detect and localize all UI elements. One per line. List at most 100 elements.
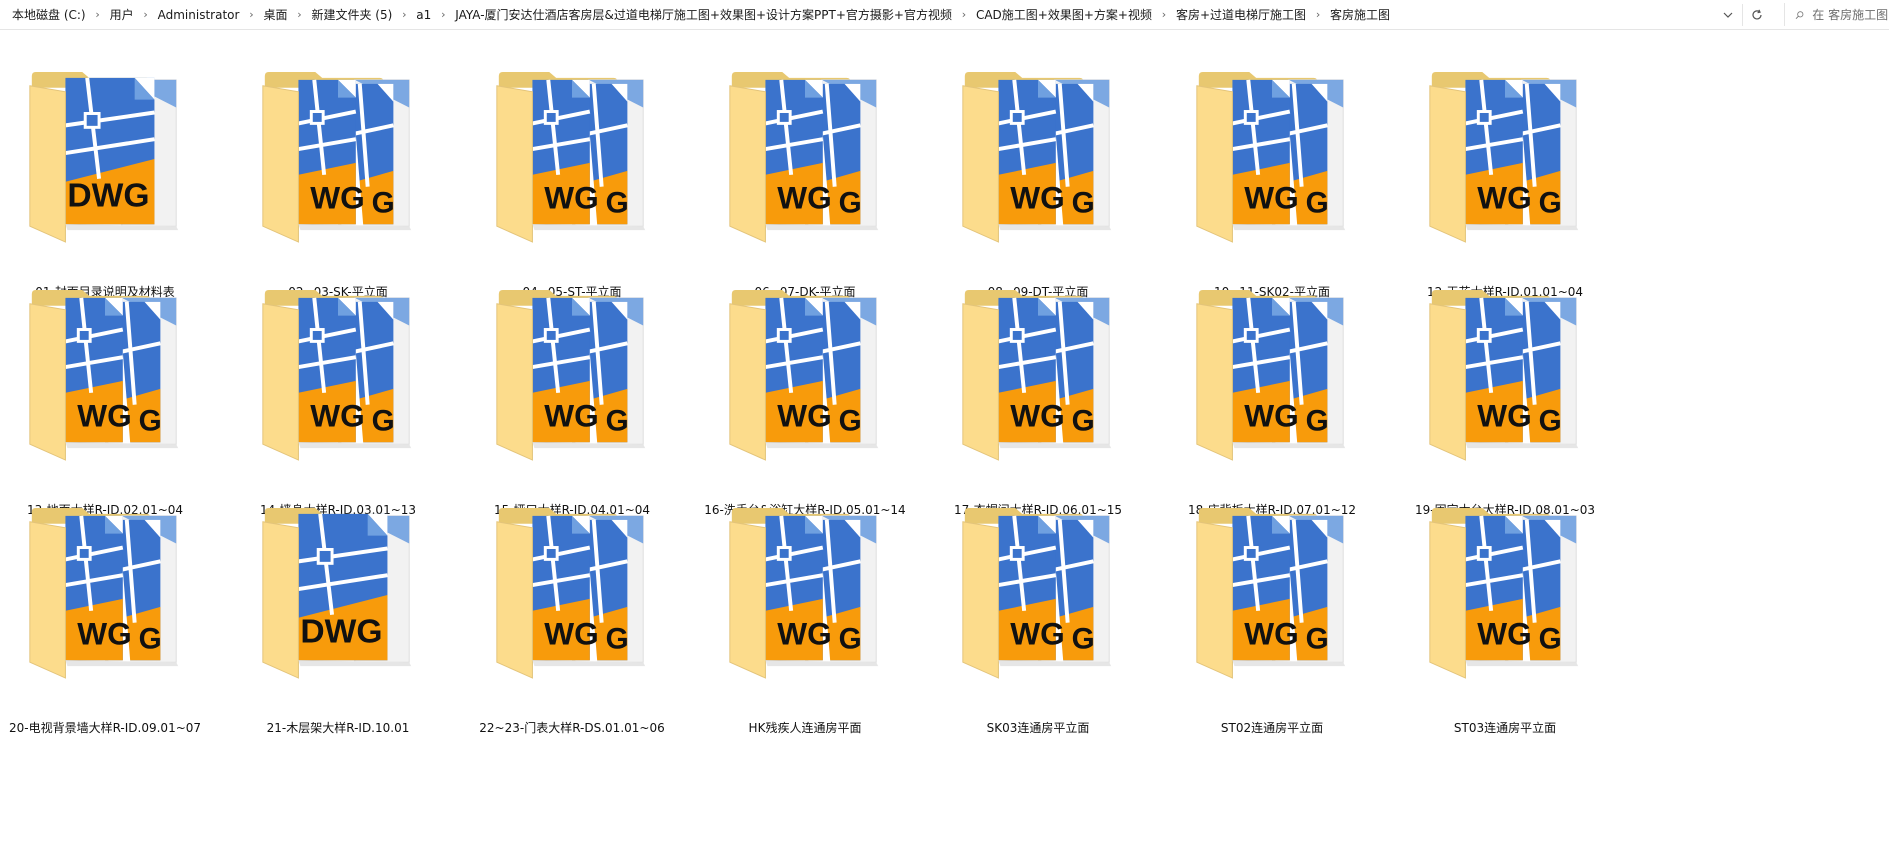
dwg-folder-icon: GWG (496, 507, 646, 679)
breadcrumb-item[interactable]: 用户 (106, 6, 138, 23)
svg-text:G: G (1539, 622, 1562, 655)
chevron-right-icon[interactable]: › (291, 8, 307, 21)
svg-text:WG: WG (1244, 615, 1298, 651)
folder-item[interactable]: G WG 12-天花大样R-ID.01.01~04 (1385, 30, 1625, 299)
dwg-folder-icon: GWG (262, 289, 412, 461)
chevron-right-icon[interactable]: › (243, 8, 259, 21)
svg-text:G: G (606, 622, 629, 655)
breadcrumb-item[interactable]: JAYA-厦门安达仕酒店客房层&过道电梯厅施工图+效果图+设计方案PPT+官方摄… (451, 6, 956, 23)
svg-text:DWG: DWG (300, 613, 382, 650)
folder-item[interactable]: G WG SK03连通房平立面 (918, 466, 1158, 735)
search-input[interactable]: 在 客房施工图 中搜索 (1784, 3, 1889, 26)
svg-text:WG: WG (1010, 397, 1064, 433)
folder-item[interactable]: G WG HK残疾人连通房平面 (685, 466, 925, 735)
folder-item[interactable]: G WG 14-墙身大样R-ID.03.01~13 (218, 248, 458, 517)
chevron-right-icon[interactable]: › (435, 8, 451, 21)
dwg-folder-icon: DWG (29, 71, 179, 243)
chevron-down-icon (1723, 12, 1733, 18)
chevron-right-icon[interactable]: › (956, 8, 972, 21)
chevron-right-icon[interactable]: › (1310, 8, 1326, 21)
dwg-folder-icon: GWG (29, 289, 179, 461)
address-dropdown-button[interactable] (1717, 4, 1739, 26)
folder-item[interactable]: G WG 10~11-SK02-平立面 (1152, 30, 1392, 299)
svg-text:G: G (139, 404, 162, 437)
chevron-right-icon[interactable]: › (90, 8, 106, 21)
folder-item[interactable]: G WG ST03连通房平立面 (1385, 466, 1625, 735)
dwg-folder-icon: GWG (962, 507, 1112, 679)
folder-name: ST03连通房平立面 (1453, 721, 1557, 735)
svg-text:G: G (839, 622, 862, 655)
file-grid: DWG 01-封面目录说明及材料表 G WG 02~03-SK-平立面 G WG 04~05-… (0, 30, 1889, 841)
svg-text:WG: WG (544, 615, 598, 651)
chevron-right-icon[interactable]: › (138, 8, 154, 21)
svg-text:G: G (1306, 186, 1329, 219)
breadcrumb-item[interactable]: a1 (412, 8, 435, 22)
chevron-right-icon[interactable]: › (396, 8, 412, 21)
svg-text:WG: WG (1244, 179, 1298, 215)
svg-text:WG: WG (777, 397, 831, 433)
svg-text:G: G (1072, 186, 1095, 219)
dwg-folder-icon: GWG (496, 289, 646, 461)
breadcrumb-item[interactable]: 本地磁盘 (C:) (8, 6, 90, 23)
breadcrumb-item[interactable]: CAD施工图+效果图+方案+视频 (972, 6, 1156, 23)
folder-item[interactable]: DWG 01-封面目录说明及材料表 (0, 30, 225, 299)
breadcrumb-item[interactable]: 客房施工图 (1326, 6, 1394, 23)
svg-text:G: G (1539, 404, 1562, 437)
svg-text:WG: WG (1010, 179, 1064, 215)
folder-item[interactable]: G WG 06~07-DK-平立面 (685, 30, 925, 299)
svg-text:G: G (606, 404, 629, 437)
svg-text:WG: WG (1477, 615, 1531, 651)
svg-text:G: G (1072, 622, 1095, 655)
chevron-right-icon[interactable]: › (1156, 8, 1172, 21)
dwg-folder-icon: GWG (1429, 71, 1579, 243)
svg-text:DWG: DWG (67, 177, 149, 214)
svg-text:WG: WG (77, 397, 131, 433)
folder-item[interactable]: G WG 13-地面大样R-ID.02.01~04 (0, 248, 225, 517)
svg-text:WG: WG (1244, 397, 1298, 433)
folder-item[interactable]: G WG 02~03-SK-平立面 (218, 30, 458, 299)
dwg-folder-icon: GWG (729, 289, 879, 461)
breadcrumb-item[interactable]: Administrator (154, 8, 244, 22)
breadcrumb: 本地磁盘 (C:) › 用户 › Administrator › 桌面 › 新建文件夹 (5) ›… (8, 0, 1723, 29)
folder-item[interactable]: G WG 18-床背板大样R-ID.07.01~12 (1152, 248, 1392, 517)
folder-item[interactable]: G WG 04~05-ST-平立面 (452, 30, 692, 299)
folder-item[interactable]: G WG 15-垭口大样R-ID.04.01~04 (452, 248, 692, 517)
svg-text:G: G (1072, 404, 1095, 437)
folder-name: SK03连通房平立面 (986, 721, 1090, 735)
svg-text:G: G (839, 186, 862, 219)
dwg-folder-icon: GWG (729, 71, 879, 243)
folder-item[interactable]: G WG 16-洗手台&浴缸大样R-ID.05.01~14 (685, 248, 925, 517)
svg-text:G: G (606, 186, 629, 219)
refresh-button[interactable] (1742, 4, 1771, 26)
dwg-folder-icon: GWG (1196, 507, 1346, 679)
svg-text:WG: WG (77, 615, 131, 651)
svg-text:WG: WG (310, 179, 364, 215)
dwg-folder-icon: GWG (1196, 71, 1346, 243)
svg-text:WG: WG (777, 615, 831, 651)
dwg-folder-icon: GWG (729, 507, 879, 679)
svg-text:G: G (1306, 622, 1329, 655)
folder-item[interactable]: G WG ST02连通房平立面 (1152, 466, 1392, 735)
breadcrumb-item[interactable]: 新建文件夹 (5) (307, 6, 396, 23)
dwg-folder-icon: GWG (962, 289, 1112, 461)
breadcrumb-item[interactable]: 桌面 (259, 6, 291, 23)
folder-item[interactable]: G WG 22~23-门表大样R-DS.01.01~06 (452, 466, 692, 735)
svg-text:G: G (1306, 404, 1329, 437)
dwg-folder-icon: GWG (262, 71, 412, 243)
folder-name: ST02连通房平立面 (1220, 721, 1324, 735)
dwg-folder-icon: GWG (1196, 289, 1346, 461)
address-bar: 本地磁盘 (C:) › 用户 › Administrator › 桌面 › 新建文件夹 (5) ›… (0, 0, 1889, 30)
dwg-folder-icon: GWG (29, 507, 179, 679)
svg-text:WG: WG (1477, 397, 1531, 433)
folder-item[interactable]: G WG 20-电视背景墙大样R-ID.09.01~07 (0, 466, 225, 735)
dwg-folder-icon: GWG (1429, 289, 1579, 461)
dwg-folder-icon: GWG (496, 71, 646, 243)
folder-item[interactable]: G WG 19-固定木台大样R-ID.08.01~03 (1385, 248, 1625, 517)
svg-text:G: G (372, 186, 395, 219)
breadcrumb-item[interactable]: 客房+过道电梯厅施工图 (1172, 6, 1310, 23)
svg-text:WG: WG (544, 397, 598, 433)
folder-item[interactable]: DWG 21-木层架大样R-ID.10.01 (218, 466, 458, 735)
folder-item[interactable]: G WG 17-衣帽间大样R-ID.06.01~15 (918, 248, 1158, 517)
folder-item[interactable]: G WG 08~09-DT-平立面 (918, 30, 1158, 299)
folder-name: 21-木层架大样R-ID.10.01 (266, 721, 410, 735)
